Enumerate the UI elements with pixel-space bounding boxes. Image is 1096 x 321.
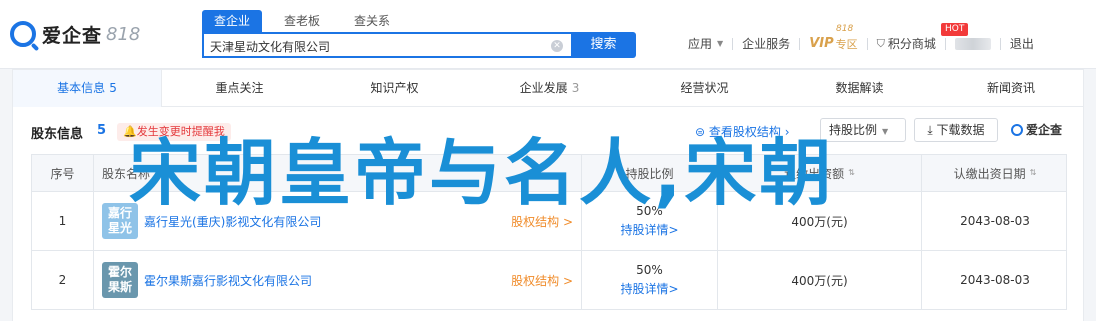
divider xyxy=(732,37,734,50)
hot-badge: HOT xyxy=(941,23,969,36)
brand-suffix: 818 xyxy=(106,23,141,45)
search-tab-relation[interactable]: 查关系 xyxy=(342,10,402,32)
logout-label: 退出 xyxy=(1009,37,1034,51)
top-header: 爱企查 818 查企业 查老板 查关系 ✕ 搜索 应用 ▼ 企业服务 VIP xyxy=(0,0,1096,69)
tab-label: 企业发展 xyxy=(519,81,568,95)
top-nav: 应用 ▼ 企业服务 VIP 专区 818 ⛉ 积分商城 HOT 退出 xyxy=(688,23,1034,52)
brand-name: 爱企查 xyxy=(42,24,103,47)
caret-down-icon: ▼ xyxy=(882,127,889,136)
holding-detail-link[interactable]: 持股详情> xyxy=(620,280,678,297)
table-row: 2 霍尔 果斯 霍尔果斯嘉行影视文化有限公司 股权结构 > 50% 持股详情> 4… xyxy=(32,250,1066,309)
tab-basic-info[interactable]: 基本信息 5 xyxy=(13,70,162,107)
tab-news[interactable]: 新闻资讯 xyxy=(937,70,1085,107)
enterprise-service-label: 企业服务 xyxy=(742,37,791,51)
tab-label: 经营状况 xyxy=(680,81,729,95)
tab-data-insight[interactable]: 数据解读 xyxy=(782,70,937,107)
points-mall-label: 积分商城 xyxy=(887,37,936,51)
search-tab-company[interactable]: 查企业 xyxy=(202,10,262,32)
download-label: 下载数据 xyxy=(936,123,985,137)
vip-zone-link[interactable]: VIP 专区 xyxy=(809,36,857,52)
download-icon: ⤓ xyxy=(927,123,937,137)
vip-sub-label: 专区 xyxy=(835,37,858,51)
tab-label: 重点关注 xyxy=(215,81,264,95)
divider xyxy=(866,37,868,50)
header-index: 序号 xyxy=(32,155,94,191)
search-box: ✕ xyxy=(202,32,571,58)
section-title: 股东信息 xyxy=(31,127,84,142)
user-name-redacted xyxy=(954,37,991,50)
tab-key-focus[interactable]: 重点关注 xyxy=(162,70,317,107)
search-type-tabs: 查企业 查老板 查关系 xyxy=(202,10,412,32)
sort-dropdown-label: 持股比例 xyxy=(829,123,878,137)
divider xyxy=(944,37,946,50)
detail-tabs: 基本信息 5 重点关注 知识产权 企业发展 3 经营状况 数据解读 新闻资讯 xyxy=(12,69,1084,107)
sort-icon: ⇅ xyxy=(848,168,855,177)
row-capital: 400万(元) xyxy=(718,251,922,309)
row-date: 2043-08-03 xyxy=(960,273,1030,287)
company-logo[interactable]: 霍尔 果斯 xyxy=(102,262,138,298)
tab-operations[interactable]: 经营状况 xyxy=(627,70,782,107)
header-date[interactable]: 认缴出资日期 ⇅ xyxy=(922,155,1068,191)
magnifier-logo-icon xyxy=(10,21,36,47)
watermark-logo: 爱企查 xyxy=(1011,121,1062,138)
user-account[interactable] xyxy=(954,37,991,50)
tab-label: 数据解读 xyxy=(835,81,884,95)
points-mall-link[interactable]: ⛉ 积分商城 xyxy=(877,35,936,52)
tab-count: 3 xyxy=(571,81,580,95)
tab-count: 5 xyxy=(109,81,117,95)
search-tab-boss[interactable]: 查老板 xyxy=(272,10,332,32)
tab-development[interactable]: 企业发展 3 xyxy=(472,70,627,107)
divider xyxy=(799,37,801,50)
row-index: 1 xyxy=(32,192,94,250)
page-root: { "brand": { "name": "爱企查", "suffix": "8… xyxy=(0,0,1096,321)
overlay-caption: 宋朝皇帝与名人,宋朝 xyxy=(129,131,835,215)
percent-value: 50% xyxy=(636,263,663,277)
vip-818-badge: 818 xyxy=(836,24,854,34)
clear-icon[interactable]: ✕ xyxy=(551,40,563,52)
section-count: 5 xyxy=(97,123,107,138)
apps-label: 应用 xyxy=(688,37,713,51)
download-button[interactable]: ⤓ 下载数据 xyxy=(914,118,998,142)
apps-menu[interactable]: 应用 ▼ xyxy=(688,35,723,52)
sort-icon: ⇅ xyxy=(1029,168,1037,177)
tab-label: 知识产权 xyxy=(370,81,419,95)
company-name-link[interactable]: 霍尔果斯嘉行影视文化有限公司 xyxy=(144,272,312,289)
gift-icon: ⛉ xyxy=(876,36,885,50)
divider xyxy=(999,37,1001,50)
row-percent: 50% 持股详情> xyxy=(582,251,718,309)
tab-ip[interactable]: 知识产权 xyxy=(317,70,472,107)
tab-label: 新闻资讯 xyxy=(986,81,1035,95)
holding-detail-link[interactable]: 持股详情> xyxy=(620,221,678,238)
caret-down-icon: ▼ xyxy=(717,39,724,48)
vip-label: VIP xyxy=(809,36,834,51)
enterprise-service-link[interactable]: 企业服务 xyxy=(742,35,790,52)
logout-link[interactable]: 退出 xyxy=(1010,35,1034,52)
search-input[interactable] xyxy=(210,37,540,55)
search-button[interactable]: 搜索 xyxy=(571,32,636,58)
tab-label: 基本信息 xyxy=(57,81,106,95)
row-index: 2 xyxy=(32,251,94,309)
brand-logo[interactable]: 爱企查 818 xyxy=(10,20,140,48)
watermark-label: 爱企查 xyxy=(1026,123,1063,137)
row-shareholder: 霍尔 果斯 霍尔果斯嘉行影视文化有限公司 股权结构 > xyxy=(94,251,582,309)
row-date: 2043-08-03 xyxy=(960,214,1030,228)
header-date-label: 认缴出资日期 xyxy=(953,166,1026,181)
magnifier-logo-icon xyxy=(1011,124,1023,136)
equity-structure-link[interactable]: 股权结构 > xyxy=(511,272,573,289)
